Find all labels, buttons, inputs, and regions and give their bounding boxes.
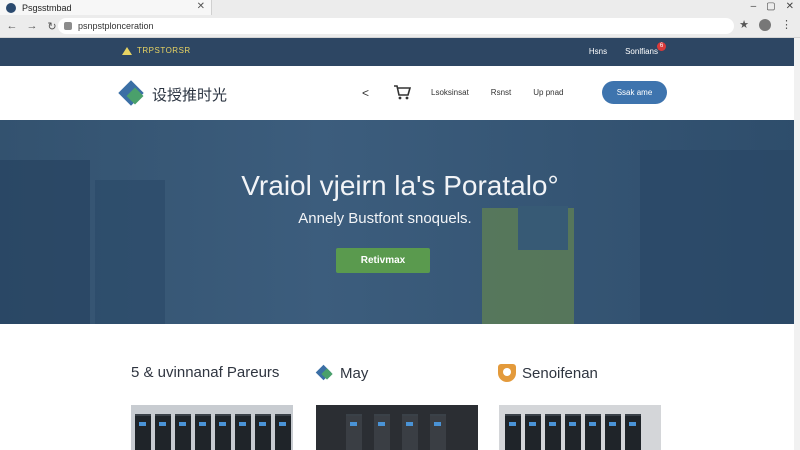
- nav-links: Lsoksinsat Rsnst Up pnad: [431, 88, 564, 97]
- minimize-button[interactable]: –: [751, 1, 757, 12]
- search-button[interactable]: Ssak ame: [602, 81, 667, 104]
- page-info-icon[interactable]: [64, 22, 72, 30]
- notification-badge[interactable]: 6: [657, 42, 666, 51]
- site-topbar: TRPSTORSR Hsns Sonlfians 6: [0, 38, 800, 66]
- topbar-brand-text: TRPSTORSR: [137, 46, 191, 55]
- diamond-logo-icon: [315, 364, 334, 382]
- feature-title[interactable]: 5 & uvinnanaf Pareurs: [131, 364, 279, 381]
- favicon-icon: [6, 2, 16, 13]
- address-bar[interactable]: psnpstplonceration: [58, 18, 734, 34]
- feature-title[interactable]: Senoifenan: [498, 364, 598, 382]
- feature-title[interactable]: May: [315, 364, 369, 382]
- warning-triangle-icon: [122, 46, 132, 55]
- forward-arrow-icon[interactable]: →: [24, 18, 40, 34]
- nav-link-1[interactable]: Lsoksinsat: [431, 88, 469, 97]
- topbar-brand[interactable]: TRPSTORSR: [122, 46, 191, 55]
- features-section: 5 & uvinnanaf Pareurs May Senoifenan: [0, 324, 800, 450]
- hero-cta-button[interactable]: Retivmax: [336, 248, 430, 273]
- browser-toolbar: ← → ↻ psnpstplonceration ★ ⋮: [0, 16, 800, 36]
- topbar-link-home[interactable]: Hsns: [589, 47, 607, 56]
- window-controls: – ▢ ✕: [751, 1, 794, 12]
- chevron-left-icon[interactable]: <: [362, 86, 369, 100]
- hero-banner: Vraiol vjeirn la's Poratalo° Annely Bust…: [0, 120, 800, 324]
- maximize-button[interactable]: ▢: [766, 1, 775, 12]
- shield-icon: [498, 364, 516, 382]
- hero-title: Vraiol vjeirn la's Poratalo°: [241, 170, 559, 201]
- topbar-link-account[interactable]: Sonlfians: [625, 47, 658, 56]
- nav-link-2[interactable]: Rsnst: [491, 88, 511, 97]
- feature-title-text: May: [340, 364, 369, 382]
- nav-link-3[interactable]: Up pnad: [533, 88, 563, 97]
- cart-icon[interactable]: [393, 84, 411, 100]
- close-window-button[interactable]: ✕: [786, 1, 794, 12]
- bookmark-star-icon[interactable]: ★: [739, 18, 749, 31]
- profile-avatar-icon[interactable]: [759, 18, 771, 31]
- url-text: psnpstplonceration: [78, 21, 154, 31]
- feature-title-text: Senoifenan: [522, 364, 598, 382]
- browser-tab[interactable]: Psgsstmbad ✕: [0, 0, 212, 15]
- feature-thumbnail[interactable]: [316, 405, 478, 450]
- menu-kebab-icon[interactable]: ⋮: [781, 18, 792, 31]
- hero-subtitle: Annely Bustfont snoquels.: [298, 210, 472, 227]
- feature-thumbnail[interactable]: [499, 405, 661, 450]
- tab-title: Psgsstmbad: [22, 2, 72, 13]
- close-tab-icon[interactable]: ✕: [197, 1, 205, 12]
- site-logo[interactable]: 设授推时光: [118, 80, 228, 107]
- browser-chrome: Psgsstmbad ✕ – ▢ ✕ ← → ↻ psnpstploncerat…: [0, 0, 800, 38]
- logo-mark-icon: [118, 80, 146, 107]
- topbar-links: Hsns Sonlfians: [589, 47, 658, 56]
- scrollbar[interactable]: [794, 38, 800, 450]
- main-navigation: 设授推时光 < Lsoksinsat Rsnst Up pnad Ssak am…: [0, 66, 800, 120]
- feature-title-text: 5 & uvinnanaf Pareurs: [131, 364, 280, 381]
- logo-text: 设授推时光: [152, 85, 228, 104]
- back-arrow-icon[interactable]: ←: [4, 18, 20, 34]
- feature-thumbnail[interactable]: [131, 405, 293, 450]
